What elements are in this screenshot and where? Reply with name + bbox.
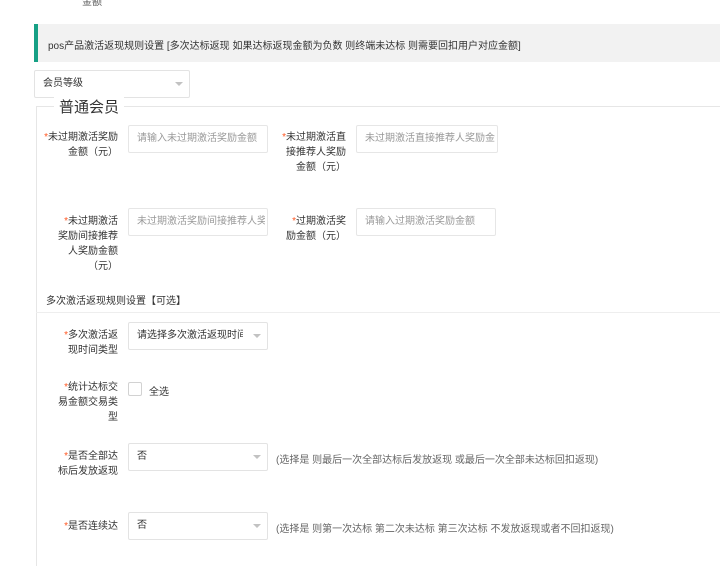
consecutive-label: *是否连续达: [64, 521, 118, 532]
unexpired-indirect-referrer-input[interactable]: 未过期激活奖励间接推荐人奖励金额: [128, 208, 268, 236]
all-reached-select[interactable]: 否: [128, 443, 268, 471]
all-reached-label: *是否全部达标后发放返现: [58, 451, 118, 477]
unexpired-direct-referrer-input[interactable]: 未过期激活直接推荐人奖励金额: [356, 125, 498, 153]
consecutive-select-value: 否: [137, 520, 147, 531]
stat-type-label: *统计达标交易金额交易类型: [58, 382, 118, 423]
section-divider: [36, 312, 720, 313]
consecutive-select[interactable]: 否: [128, 512, 268, 540]
member-group-legend: 普通会员: [54, 96, 125, 117]
select-all-checkbox[interactable]: [128, 382, 142, 396]
header-fragment-text: 金额: [82, 0, 102, 8]
unexpired-direct-referrer-label: *未过期激活直接推荐人奖励金额（元）: [282, 132, 346, 173]
chevron-down-icon: [253, 455, 261, 459]
chevron-down-icon: [175, 82, 183, 86]
unexpired-indirect-referrer-label: *未过期激活奖励间接推荐人奖励金额（元）: [58, 216, 118, 272]
multi-activation-section-title: 多次激活返现规则设置【可选】: [46, 296, 186, 307]
expired-reward-label: *过期激活奖励金额（元）: [286, 216, 346, 242]
all-reached-hint: (选择是 则最后一次全部达标后发放返现 或最后一次全部未达标回扣返现): [276, 455, 599, 466]
chevron-down-icon: [253, 524, 261, 528]
select-all-label[interactable]: 全选: [149, 383, 169, 398]
unexpired-reward-input[interactable]: 请输入未过期激活奖励金额: [128, 125, 268, 153]
member-level-select[interactable]: 会员等级: [34, 70, 190, 98]
member-level-select-value: 会员等级: [43, 78, 83, 89]
all-reached-select-value: 否: [137, 451, 147, 462]
chevron-down-icon: [253, 334, 261, 338]
time-type-select-value: 请选择多次激活返现时间: [137, 330, 243, 341]
banner-text: pos产品激活返现规则设置 [多次达标返现 如果达标返现金额为负数 则终端未达标…: [48, 41, 521, 52]
expired-reward-input[interactable]: 请输入过期激活奖励金额: [356, 208, 496, 236]
unexpired-reward-label: *未过期激活奖励金额（元）: [44, 132, 118, 158]
consecutive-hint: (选择是 则第一次达标 第二次未达标 第三次达标 不发放返现或者不回扣返现): [276, 524, 614, 535]
time-type-select[interactable]: 请选择多次激活返现时间: [128, 322, 268, 350]
time-type-label: *多次激活返现时间类型: [64, 330, 118, 356]
rule-banner: pos产品激活返现规则设置 [多次达标返现 如果达标返现金额为负数 则终端未达标…: [34, 24, 720, 62]
